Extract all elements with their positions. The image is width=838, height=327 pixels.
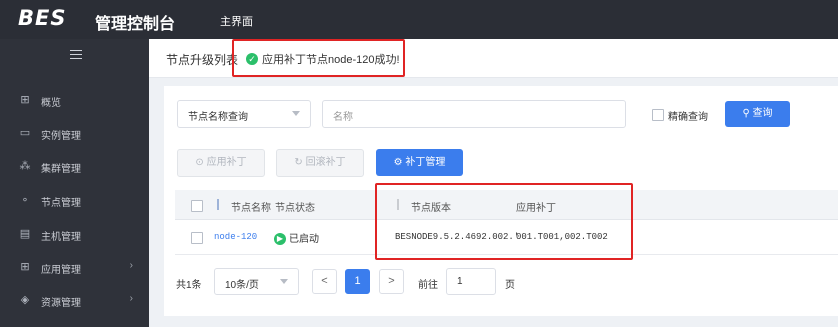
patch-manage-label: 补丁管理 <box>405 157 446 168</box>
sidebar-item-app[interactable]: ⊞ 应用管理 › <box>0 252 149 282</box>
rollback-patch-label: 回滚补丁 <box>305 157 346 168</box>
status-text: 已启动 <box>289 234 319 245</box>
exact-query-label: 精确查询 <box>668 112 708 123</box>
prev-page-button[interactable]: < <box>312 269 337 294</box>
page-unit: 页 <box>505 280 515 291</box>
node-status: ▶ 已启动 <box>274 230 319 246</box>
running-status-icon: ▶ <box>274 233 286 246</box>
page-size-value: 10条/页 <box>225 280 259 291</box>
patch-manage-button[interactable]: ⚙ 补丁管理 <box>376 149 463 176</box>
sidebar-item-node[interactable]: ∘ 节点管理 <box>0 185 149 215</box>
apply-icon: ⊙ <box>195 157 204 168</box>
chevron-right-icon: › <box>129 293 133 304</box>
column-header[interactable]: 节点状态 <box>275 199 315 214</box>
sidebar-item-label: 概览 <box>41 98 61 109</box>
chevron-down-icon <box>292 111 300 116</box>
select-all-checkbox[interactable] <box>191 200 203 212</box>
goto-label: 前往 <box>418 280 438 291</box>
page-number-current[interactable]: 1 <box>345 269 370 294</box>
sidebar-item-label: 节点管理 <box>41 198 81 209</box>
sidebar-item-host[interactable]: ▤ 主机管理 <box>0 219 149 249</box>
nav-home-link[interactable]: 主界面 <box>220 13 253 29</box>
menu-toggle-icon[interactable] <box>70 50 82 59</box>
search-icon: ⚲ <box>742 108 750 119</box>
node-name-link[interactable]: node-120 <box>214 232 257 242</box>
total-count: 共1条 <box>176 280 202 291</box>
page-size-select[interactable]: 10条/页 <box>214 268 299 295</box>
apply-patch-label: 应用补丁 <box>206 157 247 168</box>
column-header[interactable]: 节点名称 <box>231 199 271 214</box>
cluster-icon: ⁂ <box>19 160 31 172</box>
apply-patch-button[interactable]: ⊙ 应用补丁 <box>177 149 265 177</box>
exact-query-checkbox[interactable] <box>652 109 664 121</box>
node-icon: ∘ <box>21 194 29 206</box>
sidebar-item-label: 应用管理 <box>41 265 81 276</box>
goto-page-value: 1 <box>457 276 463 287</box>
query-type-select[interactable]: 节点名称查询 <box>177 100 311 128</box>
query-button-label: 查询 <box>752 108 773 119</box>
instance-icon: ▭ <box>19 127 31 139</box>
rollback-icon: ↻ <box>294 157 303 168</box>
resource-icon: ◈ <box>20 294 30 306</box>
console-title: 管理控制台 <box>95 16 176 33</box>
query-button[interactable]: ⚲ 查询 <box>725 101 790 127</box>
select-value: 节点名称查询 <box>188 112 248 123</box>
sidebar-item-label: 集群管理 <box>41 164 81 175</box>
sidebar-item-resource[interactable]: ◈ 资源管理 › <box>0 285 149 315</box>
sidebar-item-overview[interactable]: ⊞ 概览 <box>0 85 149 115</box>
input-placeholder: 名称 <box>333 112 353 123</box>
goto-page-input[interactable]: 1 <box>446 268 496 295</box>
highlight-box-success <box>232 39 405 77</box>
grid-icon: ⊞ <box>20 94 30 106</box>
sidebar-item-label: 实例管理 <box>41 131 81 142</box>
sidebar: ⊞ 概览 ▭ 实例管理 ⁂ 集群管理 ∘ 节点管理 ▤ 主机管理 ⊞ 应用管理 … <box>0 39 149 327</box>
page-title: 节点升级列表 <box>166 53 239 67</box>
patch-manage-icon: ⚙ <box>393 157 403 168</box>
top-header: BES 管理控制台 主界面 <box>0 0 838 39</box>
sidebar-item-instance[interactable]: ▭ 实例管理 <box>0 118 149 148</box>
column-separator <box>217 199 219 210</box>
host-icon: ▤ <box>19 228 31 240</box>
chevron-right-icon: › <box>129 260 133 271</box>
sidebar-item-cluster[interactable]: ⁂ 集群管理 <box>0 151 149 181</box>
sidebar-item-label: 主机管理 <box>41 232 81 243</box>
row-checkbox[interactable] <box>191 232 203 244</box>
highlight-box-version <box>375 183 633 260</box>
bes-logo: BES <box>18 6 67 30</box>
app-icon: ⊞ <box>20 261 30 273</box>
rollback-patch-button[interactable]: ↻ 回滚补丁 <box>276 149 364 177</box>
chevron-down-icon <box>280 279 288 284</box>
name-search-input[interactable]: 名称 <box>322 100 626 128</box>
next-page-button[interactable]: > <box>379 269 404 294</box>
sidebar-item-label: 资源管理 <box>41 298 81 309</box>
